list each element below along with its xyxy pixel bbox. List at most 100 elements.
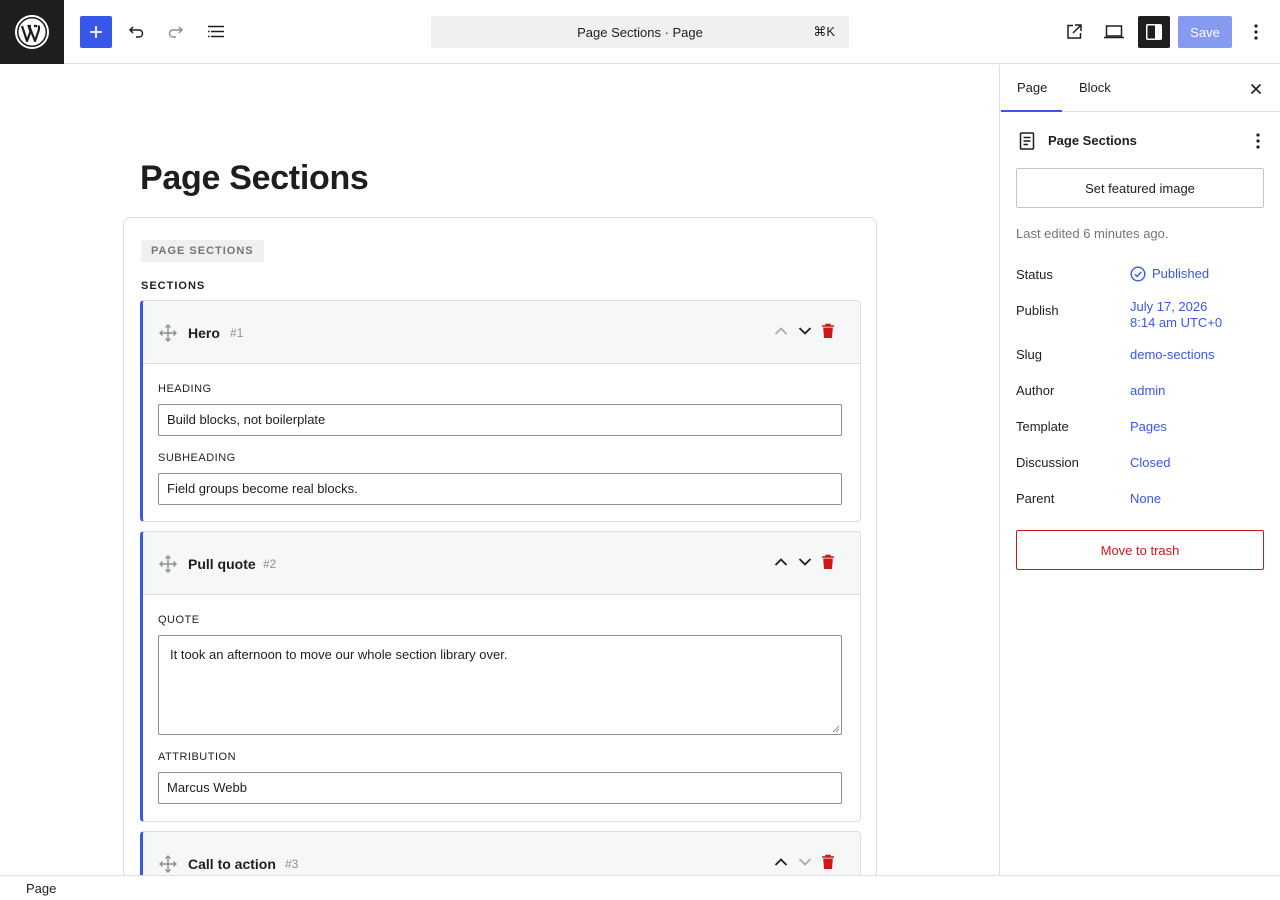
field-label-quote: QUOTE: [158, 614, 200, 626]
page-sections-block[interactable]: PAGE SECTIONS SECTIONS Hero #1 HEADING B…: [123, 217, 877, 875]
settings-toggle-button[interactable]: [1138, 16, 1170, 48]
command-palette-button[interactable]: Page Sections · Page ⌘K: [431, 16, 849, 48]
block-breadcrumb-bar: Page: [0, 875, 1280, 900]
editor-canvas: Page Sections PAGE SECTIONS SECTIONS Her…: [0, 65, 999, 875]
plus-icon: [90, 26, 102, 38]
move-up-button[interactable]: [771, 552, 791, 572]
parent-value[interactable]: None: [1130, 491, 1161, 507]
section-hero: Hero #1 HEADING Build blocks, not boiler…: [140, 300, 861, 522]
move-down-button[interactable]: [795, 321, 815, 341]
breadcrumb-page[interactable]: Page: [26, 881, 56, 896]
document-summary: Page Sections: [1016, 131, 1266, 151]
more-vertical-icon: [1254, 24, 1258, 40]
last-edited-text: Last edited 6 minutes ago.: [1016, 226, 1169, 241]
options-button[interactable]: [1240, 16, 1272, 48]
keyboard-shortcut: ⌘K: [813, 24, 835, 39]
section-number: #3: [285, 857, 299, 871]
tab-page[interactable]: Page: [1000, 80, 1063, 112]
section-header[interactable]: Call to action #3: [143, 832, 860, 875]
redo-icon: [168, 26, 184, 38]
template-label: Template: [1016, 419, 1069, 434]
status-label: Status: [1016, 267, 1053, 282]
section-header[interactable]: Hero #1: [143, 301, 860, 364]
publish-date-value[interactable]: July 17, 2026 8:14 am UTC+0: [1130, 299, 1222, 331]
field-label-attribution: ATTRIBUTION: [158, 751, 237, 763]
tab-block[interactable]: Block: [1079, 80, 1111, 95]
parent-label: Parent: [1016, 491, 1055, 506]
sidebar-tabs: Page Block: [1000, 65, 1280, 112]
block-badge: PAGE SECTIONS: [141, 240, 264, 262]
wordpress-icon: [15, 15, 49, 49]
section-name: Call to action: [188, 856, 276, 872]
add-block-button[interactable]: [80, 16, 112, 48]
page-icon: [1019, 132, 1035, 150]
drag-handle-icon[interactable]: [158, 323, 178, 343]
wordpress-logo-button[interactable]: [0, 0, 64, 64]
discussion-label: Discussion: [1016, 455, 1079, 470]
chevron-up-icon: [774, 558, 788, 566]
publish-label: Publish: [1016, 303, 1059, 318]
slug-label: Slug: [1016, 347, 1043, 362]
move-to-trash-button[interactable]: Move to trash: [1016, 530, 1264, 570]
section-name: Pull quote: [188, 556, 256, 572]
resize-handle-icon[interactable]: [832, 725, 840, 733]
author-value[interactable]: admin: [1130, 383, 1165, 399]
save-button[interactable]: Save: [1178, 16, 1232, 48]
move-down-button[interactable]: [795, 552, 815, 572]
drag-handle-icon[interactable]: [158, 854, 178, 874]
move-up-button[interactable]: [771, 852, 791, 872]
move-up-button[interactable]: [771, 321, 791, 341]
delete-section-button[interactable]: [818, 321, 838, 341]
more-vertical-icon: [1256, 133, 1260, 149]
status-value[interactable]: Published: [1130, 266, 1209, 282]
attribution-input[interactable]: Marcus Webb: [158, 772, 842, 804]
chevron-down-icon: [798, 858, 812, 866]
view-page-button[interactable]: [1058, 16, 1090, 48]
template-value[interactable]: Pages: [1130, 419, 1167, 435]
delete-section-button[interactable]: [818, 552, 838, 572]
chevron-down-icon: [798, 558, 812, 566]
document-overview-button[interactable]: [200, 16, 232, 48]
chevron-down-icon: [798, 327, 812, 335]
close-sidebar-button[interactable]: [1246, 79, 1266, 99]
section-number: #2: [263, 557, 277, 571]
document-title: Page Sections: [1048, 133, 1137, 148]
redo-button[interactable]: [160, 16, 192, 48]
field-label-heading: HEADING: [158, 383, 212, 395]
page-title[interactable]: Page Sections: [140, 159, 369, 198]
trash-icon: [822, 854, 834, 869]
section-call-to-action: Call to action #3: [140, 831, 861, 875]
sidebar-icon: [1146, 24, 1162, 40]
trash-icon: [822, 554, 834, 569]
set-featured-image-button[interactable]: Set featured image: [1016, 168, 1264, 208]
publish-time: 8:14 am UTC+0: [1130, 315, 1223, 330]
quote-textarea[interactable]: It took an afternoon to move our whole s…: [158, 635, 842, 735]
published-check-icon: [1130, 266, 1146, 282]
desktop-icon: [1104, 25, 1124, 39]
field-label-subheading: SUBHEADING: [158, 452, 236, 464]
heading-input[interactable]: Build blocks, not boilerplate: [158, 404, 842, 436]
document-title: Page Sections · Page: [577, 24, 703, 40]
status-text: Published: [1152, 266, 1210, 281]
subheading-input[interactable]: Field groups become real blocks.: [158, 473, 842, 505]
section-pull-quote: Pull quote #2 QUOTE It took an afternoon…: [140, 531, 861, 822]
section-number: #1: [230, 326, 244, 340]
slug-value[interactable]: demo-sections: [1130, 347, 1215, 363]
section-header[interactable]: Pull quote #2: [143, 532, 860, 595]
section-name: Hero: [188, 325, 220, 341]
document-actions-button[interactable]: [1250, 131, 1266, 156]
settings-sidebar: Page Block Page Sections Set featured im…: [999, 65, 1280, 875]
drag-handle-icon[interactable]: [158, 554, 178, 574]
chevron-up-icon: [774, 858, 788, 866]
preview-device-button[interactable]: [1098, 16, 1130, 48]
trash-icon: [822, 323, 834, 338]
undo-icon: [128, 26, 144, 38]
author-label: Author: [1016, 383, 1055, 398]
external-link-icon: [1067, 24, 1082, 39]
delete-section-button[interactable]: [818, 852, 838, 872]
undo-button[interactable]: [120, 16, 152, 48]
editor-header: Page Sections · Page ⌘K Save: [0, 0, 1280, 64]
move-down-button[interactable]: [795, 852, 815, 872]
publish-date: July 17, 2026: [1130, 299, 1208, 314]
discussion-value[interactable]: Closed: [1130, 455, 1170, 471]
